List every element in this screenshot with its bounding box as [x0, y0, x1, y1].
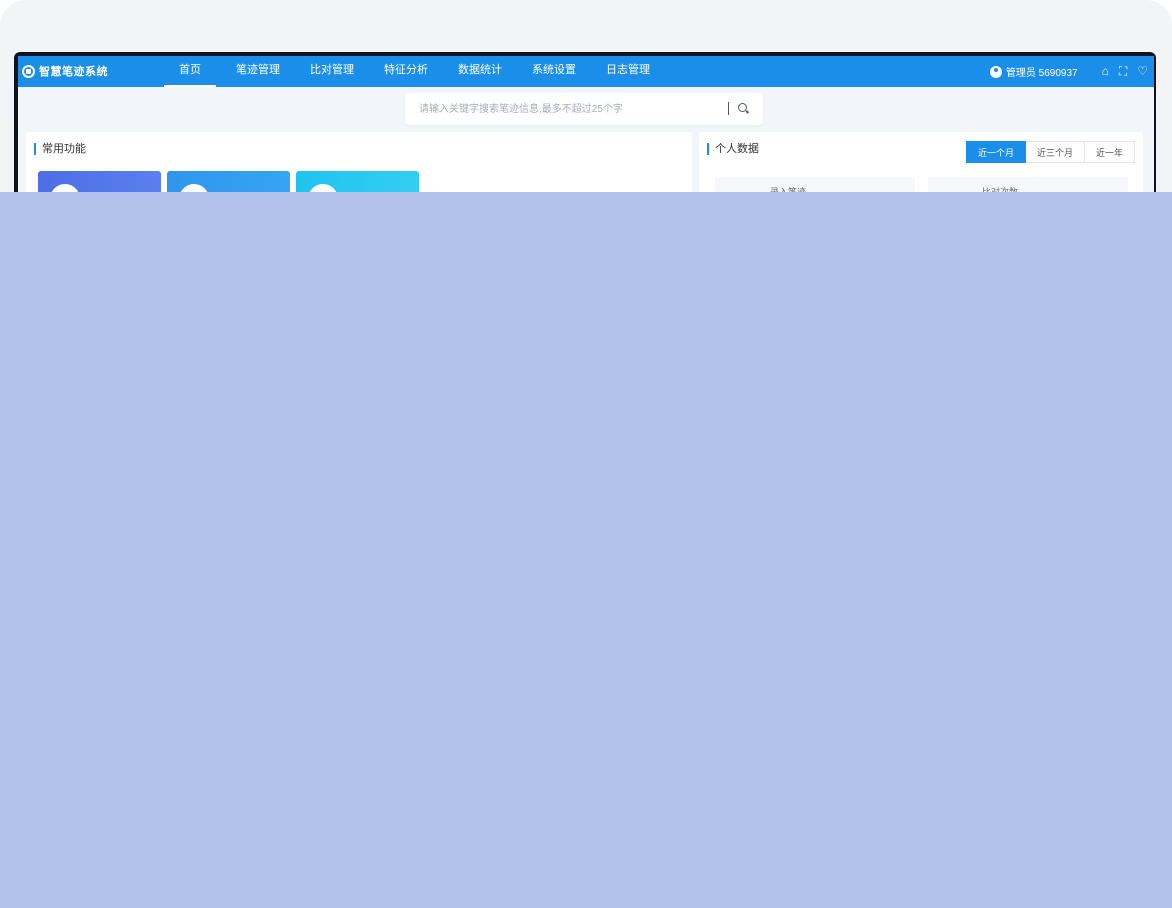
user-area: 管理员 5690937 ⌂ ⛶ ♡: [989, 56, 1148, 87]
background-overlay: [0, 192, 1172, 908]
range-tab-3-months[interactable]: 近三个月: [1025, 141, 1085, 163]
range-tab-1-year[interactable]: 近一年: [1084, 141, 1135, 163]
top-navigation-bar: 智慧笔迹系统 首页 笔迹管理 比对管理 特征分析 数据统计 系统设置 日志管理 …: [18, 56, 1154, 87]
shield-icon[interactable]: ♡: [1137, 56, 1148, 87]
nav-item-settings[interactable]: 系统设置: [517, 56, 591, 87]
search-icon[interactable]: [738, 103, 747, 112]
nav-item-statistics[interactable]: 数据统计: [443, 56, 517, 87]
nav-item-analysis[interactable]: 特征分析: [369, 56, 443, 87]
fullscreen-icon[interactable]: ⛶: [1119, 56, 1127, 87]
search-input[interactable]: [405, 93, 723, 125]
range-tabs: 近一个月 近三个月 近一年: [965, 141, 1135, 163]
range-tab-1-month[interactable]: 近一个月: [965, 141, 1026, 163]
nav-item-handwriting[interactable]: 笔迹管理: [216, 56, 295, 87]
app-title: 智慧笔迹系统: [39, 66, 108, 78]
user-name[interactable]: 管理员 5690937: [1006, 64, 1078, 79]
logo-icon: [22, 64, 35, 78]
home-icon[interactable]: ⌂: [1102, 56, 1109, 87]
personal-data-title: 个人数据: [707, 143, 759, 155]
app-window: 智慧笔迹系统 首页 笔迹管理 比对管理 特征分析 数据统计 系统设置 日志管理 …: [18, 56, 1154, 202]
search-divider: [728, 102, 729, 115]
search-box: [405, 93, 763, 125]
app-logo[interactable]: 智慧笔迹系统: [22, 63, 108, 79]
quick-functions-title: 常用功能: [34, 143, 86, 155]
nav-item-home[interactable]: 首页: [164, 56, 216, 87]
nav-item-logs[interactable]: 日志管理: [591, 56, 665, 87]
nav-item-comparison[interactable]: 比对管理: [295, 56, 369, 87]
user-icon[interactable]: [989, 65, 1002, 78]
main-nav: 首页 笔迹管理 比对管理 特征分析 数据统计 系统设置 日志管理: [164, 56, 665, 87]
